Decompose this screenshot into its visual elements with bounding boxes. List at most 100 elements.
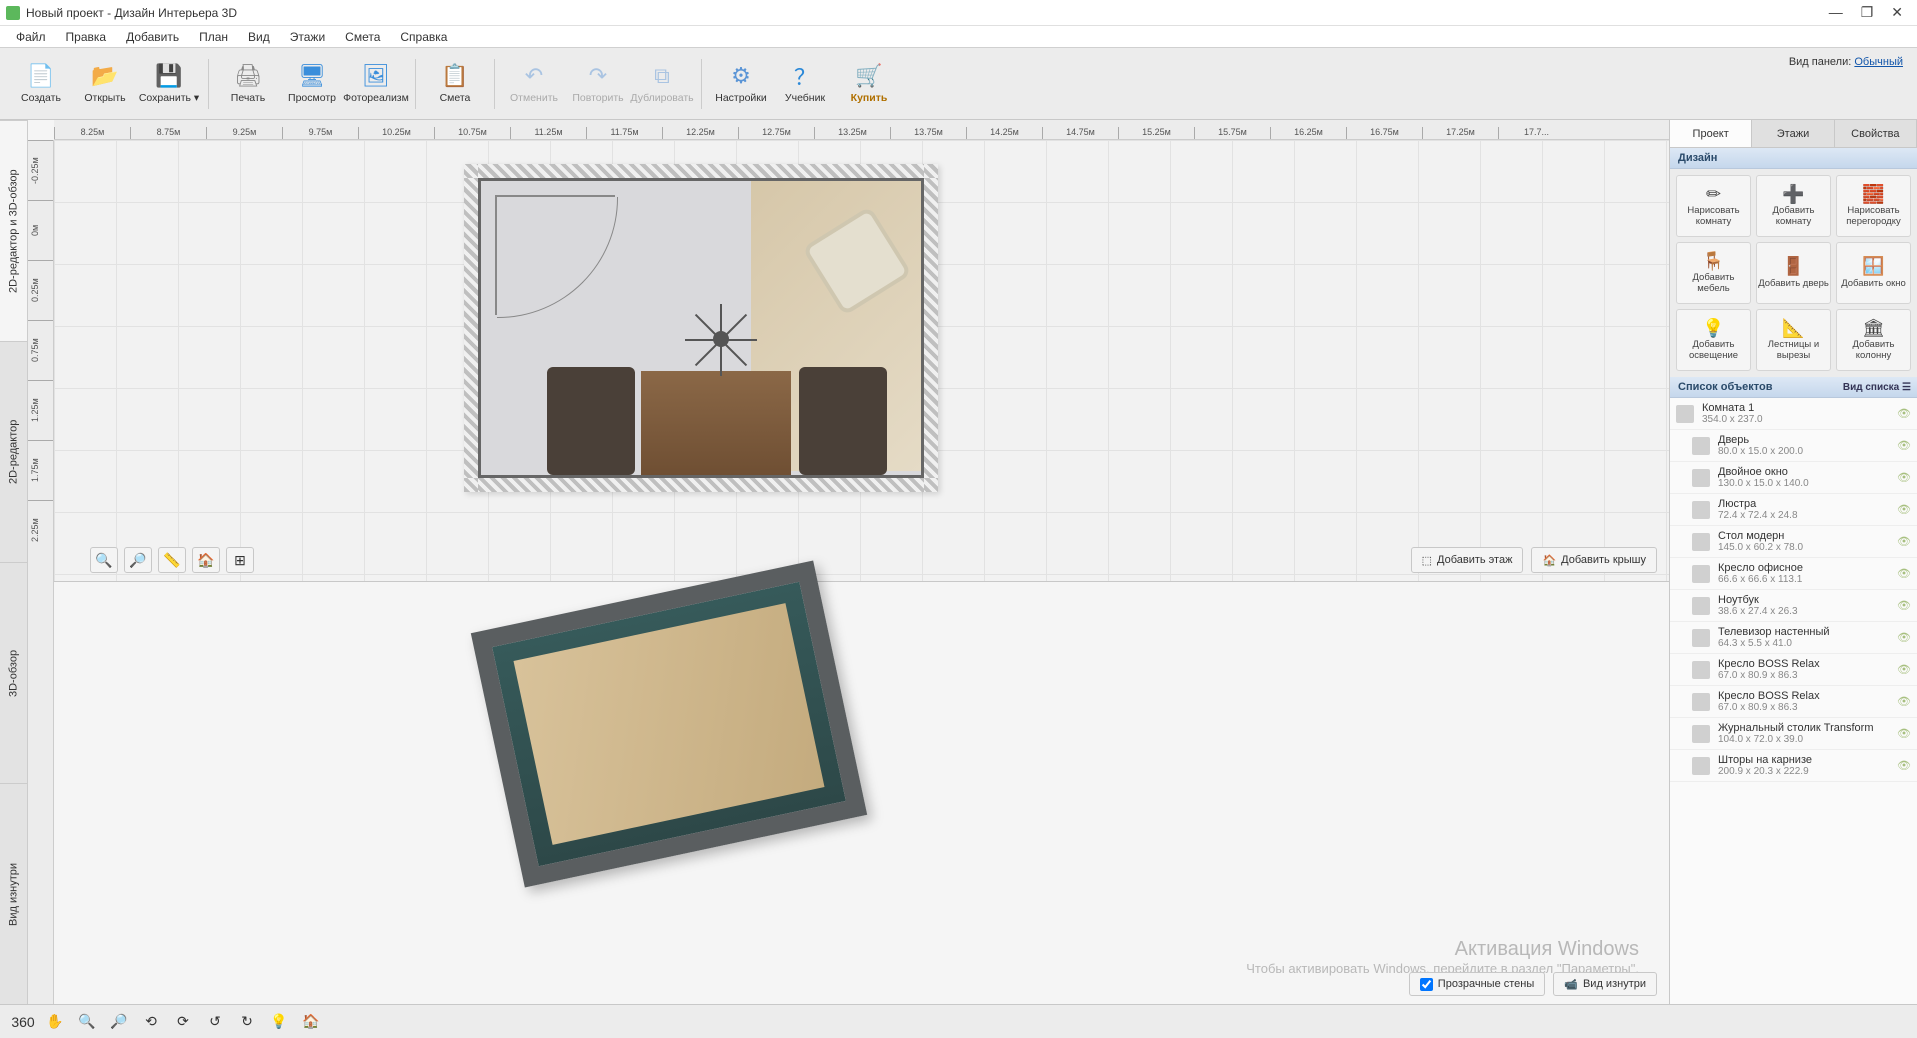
menu-смета[interactable]: Смета [337,28,388,46]
rp-tab-проект[interactable]: Проект [1670,120,1752,147]
menu-правка[interactable]: Правка [58,28,115,46]
door-arc[interactable] [495,195,615,315]
menubar: ФайлПравкаДобавитьПланВидЭтажиСметаСправ… [0,26,1917,48]
toolbar-печать-button[interactable]: 🖨Печать [217,53,279,115]
toolbar-создать-button[interactable]: 📄Создать [10,53,72,115]
visibility-icon[interactable]: 👁 [1897,503,1911,516]
camera-360-button[interactable]: 360 [10,1010,36,1034]
grid-button[interactable]: ⊞ [226,547,254,573]
inside-view-button[interactable]: 📹Вид изнутри [1553,972,1657,996]
toolbar-смета-button[interactable]: 📋Смета [424,53,486,115]
home-3d-button[interactable]: 🏠 [298,1010,324,1034]
canvas-area: 8.25м8.75м9.25м9.75м10.25м10.75м11.25м11… [28,120,1669,1004]
zoom-out-button[interactable]: 🔍 [90,547,118,573]
toolbar-просмотр-button[interactable]: 🖥Просмотр [281,53,343,115]
object-item[interactable]: Дверь80.0 x 15.0 x 200.0👁 [1670,430,1917,462]
viewport-3d[interactable]: Активация Windows Чтобы активировать Win… [54,582,1669,1004]
left-tab-2[interactable]: 3D-обзор [0,562,27,783]
design-добавить-освещение[interactable]: 💡Добавить освещение [1676,309,1751,371]
pan-button[interactable]: ✋ [42,1010,68,1034]
object-item[interactable]: Телевизор настенный64.3 x 5.5 x 41.0👁 [1670,622,1917,654]
design-tools-grid: ✏Нарисовать комнату➕Добавить комнату🧱Нар… [1670,169,1917,377]
object-item[interactable]: Кресло BOSS Relax67.0 x 80.9 x 86.3👁 [1670,686,1917,718]
menu-файл[interactable]: Файл [8,28,54,46]
visibility-icon[interactable]: 👁 [1897,759,1911,772]
transparent-walls-checkbox[interactable]: Прозрачные стены [1409,972,1545,996]
armchair-left[interactable] [547,367,635,475]
minimize-button[interactable]: — [1829,4,1843,21]
home-button[interactable]: 🏠 [192,547,220,573]
maximize-button[interactable]: ❐ [1861,4,1874,21]
zoom-in-3d-button[interactable]: 🔎 [106,1010,132,1034]
zoom-out-3d-button[interactable]: 🔍 [74,1010,100,1034]
design-добавить-мебель[interactable]: 🪑Добавить мебель [1676,242,1751,304]
right-panel: ПроектЭтажиСвойства Дизайн ✏Нарисовать к… [1669,120,1917,1004]
armchair-right[interactable] [799,367,887,475]
toolbar-сохранить-button[interactable]: 💾Сохранить ▾ [138,53,200,115]
visibility-icon[interactable]: 👁 [1897,727,1911,740]
toolbar-настройки-button[interactable]: ⚙Настройки [710,53,772,115]
object-item[interactable]: Стол модерн145.0 x 60.2 x 78.0👁 [1670,526,1917,558]
panel-mode-link[interactable]: Обычный [1854,56,1903,68]
left-tab-3[interactable]: Вид изнутри [0,783,27,1004]
menu-вид[interactable]: Вид [240,28,278,46]
room-plan[interactable] [464,164,938,492]
zoom-in-button[interactable]: 🔎 [124,547,152,573]
rotate-left-button[interactable]: ⟲ [138,1010,164,1034]
visibility-icon[interactable]: 👁 [1897,663,1911,676]
left-tab-0[interactable]: 2D-редактор и 3D-обзор [0,120,27,341]
left-tab-1[interactable]: 2D-редактор [0,341,27,562]
rp-tab-этажи[interactable]: Этажи [1752,120,1834,147]
orbit-left-button[interactable]: ↺ [202,1010,228,1034]
chandelier[interactable] [681,299,761,379]
light-button[interactable]: 💡 [266,1010,292,1034]
design-добавить-колонну[interactable]: 🏛Добавить колонну [1836,309,1911,371]
toolbar-отменить-button: ↶Отменить [503,53,565,115]
viewport-2d[interactable]: 🔍 🔎 📏 🏠 ⊞ ⬚Добавить этаж 🏠Добавить крышу [54,140,1669,582]
rp-tab-свойства[interactable]: Свойства [1835,120,1917,147]
visibility-icon[interactable]: 👁 [1897,439,1911,452]
design-добавить-дверь[interactable]: 🚪Добавить дверь [1756,242,1831,304]
object-item[interactable]: Ноутбук38.6 x 27.4 x 26.3👁 [1670,590,1917,622]
object-icon [1692,757,1710,775]
menu-план[interactable]: План [191,28,236,46]
rotate-right-button[interactable]: ⟳ [170,1010,196,1034]
object-item[interactable]: Шторы на карнизе200.9 x 20.3 x 222.9👁 [1670,750,1917,782]
visibility-icon[interactable]: 👁 [1897,695,1911,708]
design-добавить-окно[interactable]: 🪟Добавить окно [1836,242,1911,304]
menu-справка[interactable]: Справка [392,28,455,46]
ruler-button[interactable]: 📏 [158,547,186,573]
object-item[interactable]: Комната 1354.0 x 237.0👁 [1670,398,1917,430]
titlebar: Новый проект - Дизайн Интерьера 3D — ❐ ✕ [0,0,1917,26]
orbit-right-button[interactable]: ↻ [234,1010,260,1034]
object-item[interactable]: Кресло офисное66.6 x 66.6 x 113.1👁 [1670,558,1917,590]
toolbar-купить-button[interactable]: 🛒Купить [838,53,900,115]
menu-добавить[interactable]: Добавить [118,28,187,46]
visibility-icon[interactable]: 👁 [1897,471,1911,484]
design-нарисовать-перегородку[interactable]: 🧱Нарисовать перегородку [1836,175,1911,237]
object-item[interactable]: Кресло BOSS Relax67.0 x 80.9 x 86.3👁 [1670,654,1917,686]
close-button[interactable]: ✕ [1891,4,1903,21]
object-item[interactable]: Двойное окно130.0 x 15.0 x 140.0👁 [1670,462,1917,494]
list-view-mode[interactable]: Вид списка ☰ [1843,382,1911,393]
toolbar-фотореализм-button[interactable]: 🖼Фотореализм [345,53,407,115]
object-item[interactable]: Журнальный столик Transform104.0 x 72.0 … [1670,718,1917,750]
visibility-icon[interactable]: 👁 [1897,567,1911,580]
design-нарисовать-комнату[interactable]: ✏Нарисовать комнату [1676,175,1751,237]
desk-object[interactable] [641,371,791,475]
object-item[interactable]: Люстра72.4 x 72.4 x 24.8👁 [1670,494,1917,526]
toolbar-открыть-button[interactable]: 📂Открыть [74,53,136,115]
room-3d-preview[interactable] [471,560,867,887]
design-добавить-комнату[interactable]: ➕Добавить комнату [1756,175,1831,237]
view2d-right-controls: ⬚Добавить этаж 🏠Добавить крышу [1411,547,1657,573]
add-floor-button[interactable]: ⬚Добавить этаж [1411,547,1524,573]
visibility-icon[interactable]: 👁 [1897,407,1911,420]
object-icon [1692,501,1710,519]
design-лестницы-и-вырезы[interactable]: 📐Лестницы и вырезы [1756,309,1831,371]
visibility-icon[interactable]: 👁 [1897,599,1911,612]
menu-этажи[interactable]: Этажи [282,28,333,46]
visibility-icon[interactable]: 👁 [1897,535,1911,548]
add-roof-button[interactable]: 🏠Добавить крышу [1531,547,1657,573]
visibility-icon[interactable]: 👁 [1897,631,1911,644]
toolbar-учебник-button[interactable]: ？Учебник [774,53,836,115]
